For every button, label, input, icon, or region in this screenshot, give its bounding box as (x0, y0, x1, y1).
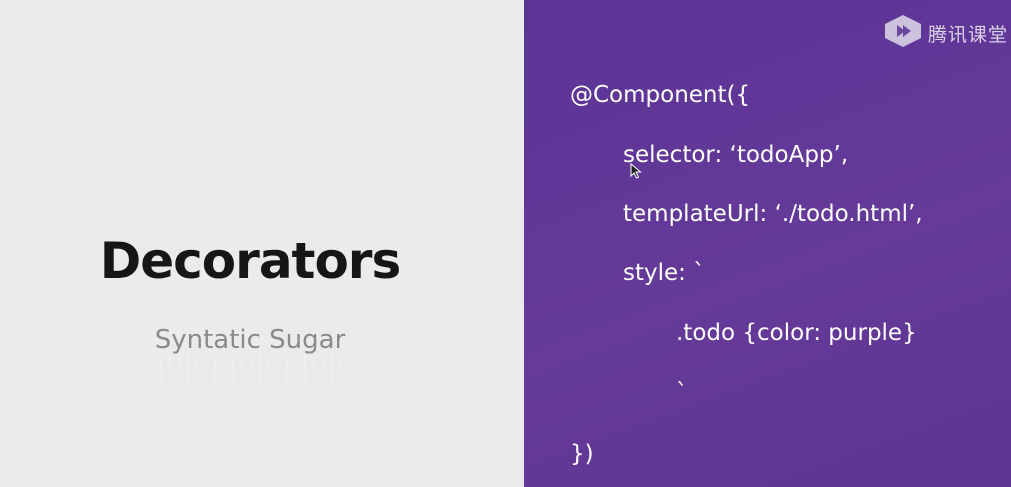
code-line: style: ` (623, 260, 705, 286)
mouse-cursor-icon (630, 163, 642, 179)
slide-title: Decorators (99, 232, 401, 290)
tencent-classroom-logo-icon (883, 14, 923, 53)
watermark-text: 腾讯课堂 (927, 24, 1008, 46)
slide-subtitle: Syntatic Sugar (154, 325, 346, 355)
reflection-decoration (160, 355, 345, 435)
code-line: @Component({ (570, 82, 751, 108)
left-panel: Decorators Syntatic Sugar (0, 0, 524, 487)
code-panel: @Component({ selector: ‘todoApp’, templa… (524, 0, 1011, 487)
code-line: selector: ‘todoApp’, (623, 142, 849, 168)
code-line: ` (676, 380, 688, 406)
watermark: 腾讯课堂 (883, 14, 1008, 53)
code-line: templateUrl: ‘./todo.html’, (623, 201, 923, 227)
presentation-slide: Decorators Syntatic Sugar @Component({ s… (0, 0, 1011, 487)
code-line: }) (570, 441, 594, 467)
code-line: .todo {color: purple} (676, 320, 917, 346)
